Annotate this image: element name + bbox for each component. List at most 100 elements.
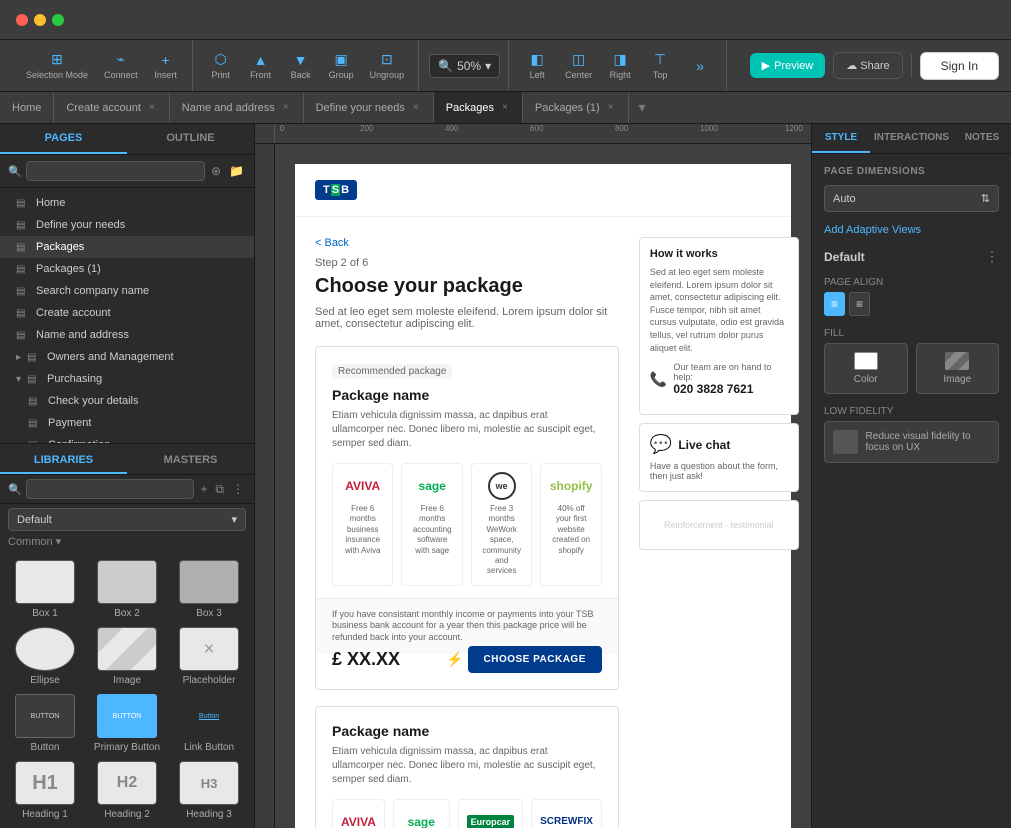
tab-packages-1-close[interactable]: ×	[606, 102, 616, 113]
tab-name-address-close[interactable]: ×	[281, 102, 291, 113]
tab-packages-1-label: Packages (1)	[535, 102, 600, 114]
component-box2[interactable]: Box 2	[90, 560, 164, 619]
interactions-tab[interactable]: INTERACTIONS	[870, 124, 953, 153]
add-library-button[interactable]: +	[198, 480, 209, 498]
sidebar-item-define-needs[interactable]: ▤ Define your needs	[0, 214, 254, 236]
sidebar-item-owners-label: Owners and Management	[47, 351, 174, 363]
live-chat-box[interactable]: 💬 Live chat Have a question about the fo…	[639, 423, 799, 492]
tab-create-account-close[interactable]: ×	[147, 102, 157, 113]
tab-name-address[interactable]: Name and address ×	[170, 92, 304, 123]
brands-grid-2: AVIVA Free 6 months business insurance w…	[332, 799, 602, 828]
libraries-tab[interactable]: LIBRARIES	[0, 448, 127, 474]
tab-packages[interactable]: Packages ×	[434, 92, 523, 123]
component-link-button[interactable]: Button Link Button	[172, 694, 246, 753]
outline-tab[interactable]: OUTLINE	[127, 124, 254, 154]
component-box3[interactable]: Box 3	[172, 560, 246, 619]
align-left-button[interactable]: ≡	[824, 292, 845, 316]
fill-color-option[interactable]: Color	[824, 343, 908, 394]
low-fidelity-toggle[interactable]: Reduce visual fidelity to focus on UX	[824, 421, 999, 463]
component-placeholder[interactable]: Placeholder	[172, 627, 246, 686]
preview-button[interactable]: ▶ Preview	[750, 53, 826, 78]
sidebar-item-owners[interactable]: ▸ ▤ Owners and Management	[0, 346, 254, 368]
connect-button[interactable]: ⌁ Connect	[98, 48, 144, 84]
component-primary-button[interactable]: BUTTON Primary Button	[90, 694, 164, 753]
share-button[interactable]: ☁ Share	[833, 52, 902, 79]
sidebar-item-confirmation[interactable]: ▤ Confirmation	[0, 434, 254, 443]
component-image[interactable]: Image	[90, 627, 164, 686]
adaptive-views-link[interactable]: Add Adaptive Views	[824, 224, 999, 236]
back-button[interactable]: ▼ Back	[283, 48, 319, 84]
masters-tab[interactable]: MASTERS	[127, 448, 254, 474]
library-more-button[interactable]: ⋮	[230, 480, 246, 498]
notes-tab[interactable]: NOTES	[953, 124, 1011, 153]
wework-desc: Free 3 months WeWork space, community an…	[480, 504, 523, 577]
folder-button[interactable]: 📁	[227, 162, 246, 180]
library-search-input[interactable]	[26, 479, 195, 499]
selection-mode-button[interactable]: ⊞ Selection Mode	[20, 48, 94, 84]
canvas-content[interactable]: T S B < Back Step 2 of 6 Choose your pac…	[275, 144, 811, 828]
component-heading2[interactable]: H2 Heading 2	[90, 761, 164, 820]
default-options-icon[interactable]: ⋮	[985, 248, 999, 265]
dimensions-select[interactable]: Auto ⇅	[824, 185, 999, 212]
ruler-mark-1000: 1000	[700, 124, 718, 133]
sidebar-item-search-company[interactable]: ▤ Search company name	[0, 280, 254, 302]
low-fidelity-preview	[833, 430, 858, 454]
component-box1[interactable]: Box 1	[8, 560, 82, 619]
front-button[interactable]: ▲ Front	[243, 48, 279, 84]
left-label: Left	[530, 70, 545, 80]
box3-preview	[179, 560, 239, 604]
minimize-button[interactable]	[34, 14, 46, 26]
component-heading3[interactable]: H3 Heading 3	[172, 761, 246, 820]
sidebar-item-home[interactable]: ▤ Home	[0, 192, 254, 214]
ungroup-button[interactable]: ⊡ Ungroup	[364, 48, 411, 84]
center-align-icon: ◫	[569, 52, 589, 68]
sign-in-button[interactable]: Sign In	[920, 52, 999, 80]
sidebar-item-name-address[interactable]: ▤ Name and address	[0, 324, 254, 346]
tab-packages-close[interactable]: ×	[500, 102, 510, 113]
insert-button[interactable]: + Insert	[148, 48, 184, 84]
default-library-select[interactable]: Default ▾	[8, 508, 246, 531]
dimensions-field: Auto ⇅	[824, 185, 999, 212]
component-ellipse[interactable]: Ellipse	[8, 627, 82, 686]
tab-define-needs-close[interactable]: ×	[411, 102, 421, 113]
left-align-button[interactable]: ◧ Left	[519, 48, 555, 84]
page-icon: ▤	[16, 308, 30, 319]
style-tab[interactable]: STYLE	[812, 124, 870, 153]
fill-image-option[interactable]: Image	[916, 343, 1000, 394]
tab-create-account[interactable]: Create account ×	[54, 92, 169, 123]
library-clone-button[interactable]: ⧉	[213, 480, 226, 499]
tab-packages-1[interactable]: Packages (1) ×	[523, 92, 629, 123]
sidebar-item-packages[interactable]: ▤ Packages	[0, 236, 254, 258]
top-align-button[interactable]: ⊤ Top	[642, 48, 678, 84]
sidebar-item-packages-1[interactable]: ▤ Packages (1)	[0, 258, 254, 280]
maximize-button[interactable]	[52, 14, 64, 26]
group-button[interactable]: ▣ Group	[323, 48, 360, 84]
print-button[interactable]: ⬡ Print	[203, 48, 239, 84]
tab-packages-label: Packages	[446, 102, 494, 114]
pages-tab[interactable]: PAGES	[0, 124, 127, 154]
center-align-button[interactable]: ◫ Center	[559, 48, 598, 84]
add-tab-button[interactable]: ▾	[629, 92, 656, 123]
heading1-label: Heading 1	[22, 809, 68, 820]
choose-package-1-button[interactable]: CHOOSE PACKAGE	[468, 646, 602, 673]
right-align-button[interactable]: ◨ Right	[602, 48, 638, 84]
back-link[interactable]: < Back	[315, 237, 619, 249]
component-button[interactable]: BUTTON Button	[8, 694, 82, 753]
tab-home[interactable]: Home	[0, 92, 54, 123]
pages-list: ▤ Home ▤ Define your needs ▤ Packages ▤ …	[0, 188, 254, 443]
sidebar-item-check-details[interactable]: ▤ Check your details	[0, 390, 254, 412]
tab-define-needs[interactable]: Define your needs ×	[304, 92, 434, 123]
zoom-control[interactable]: 🔍 50% ▾	[429, 54, 500, 78]
component-heading1[interactable]: H1 Heading 1	[8, 761, 82, 820]
testimonial-label: Reinforcement - testimonial	[664, 520, 774, 530]
align-right-button[interactable]: ≡	[849, 292, 870, 316]
sidebar-item-create-account[interactable]: ▤ Create account	[0, 302, 254, 324]
close-button[interactable]	[16, 14, 28, 26]
sidebar-item-payment[interactable]: ▤ Payment	[0, 412, 254, 434]
add-page-button[interactable]: ⊕	[209, 162, 223, 180]
pages-search-input[interactable]	[26, 161, 205, 181]
primary-button-preview: BUTTON	[97, 694, 157, 738]
brand-sage: sage Free 6 months accounting software w…	[401, 463, 462, 586]
sidebar-item-purchasing[interactable]: ▾ ▤ Purchasing	[0, 368, 254, 390]
more-tools-button[interactable]: »	[682, 54, 718, 78]
